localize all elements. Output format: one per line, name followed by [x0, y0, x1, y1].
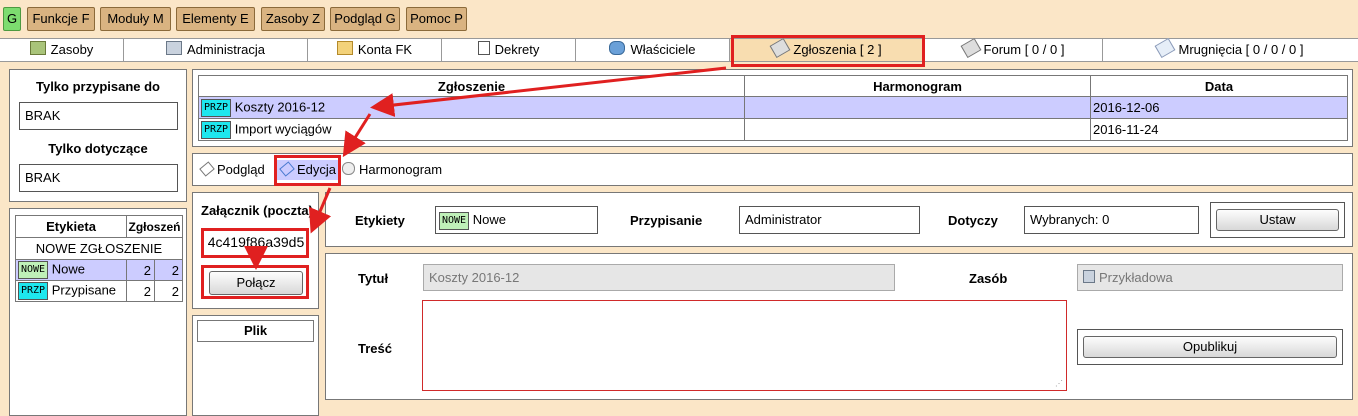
arrow-tab-to-row: [370, 66, 727, 117]
arrow-edycja-to-code: [308, 187, 332, 234]
arrow-row-to-edycja: [342, 113, 372, 158]
annotation-arrows: [244, 66, 727, 270]
